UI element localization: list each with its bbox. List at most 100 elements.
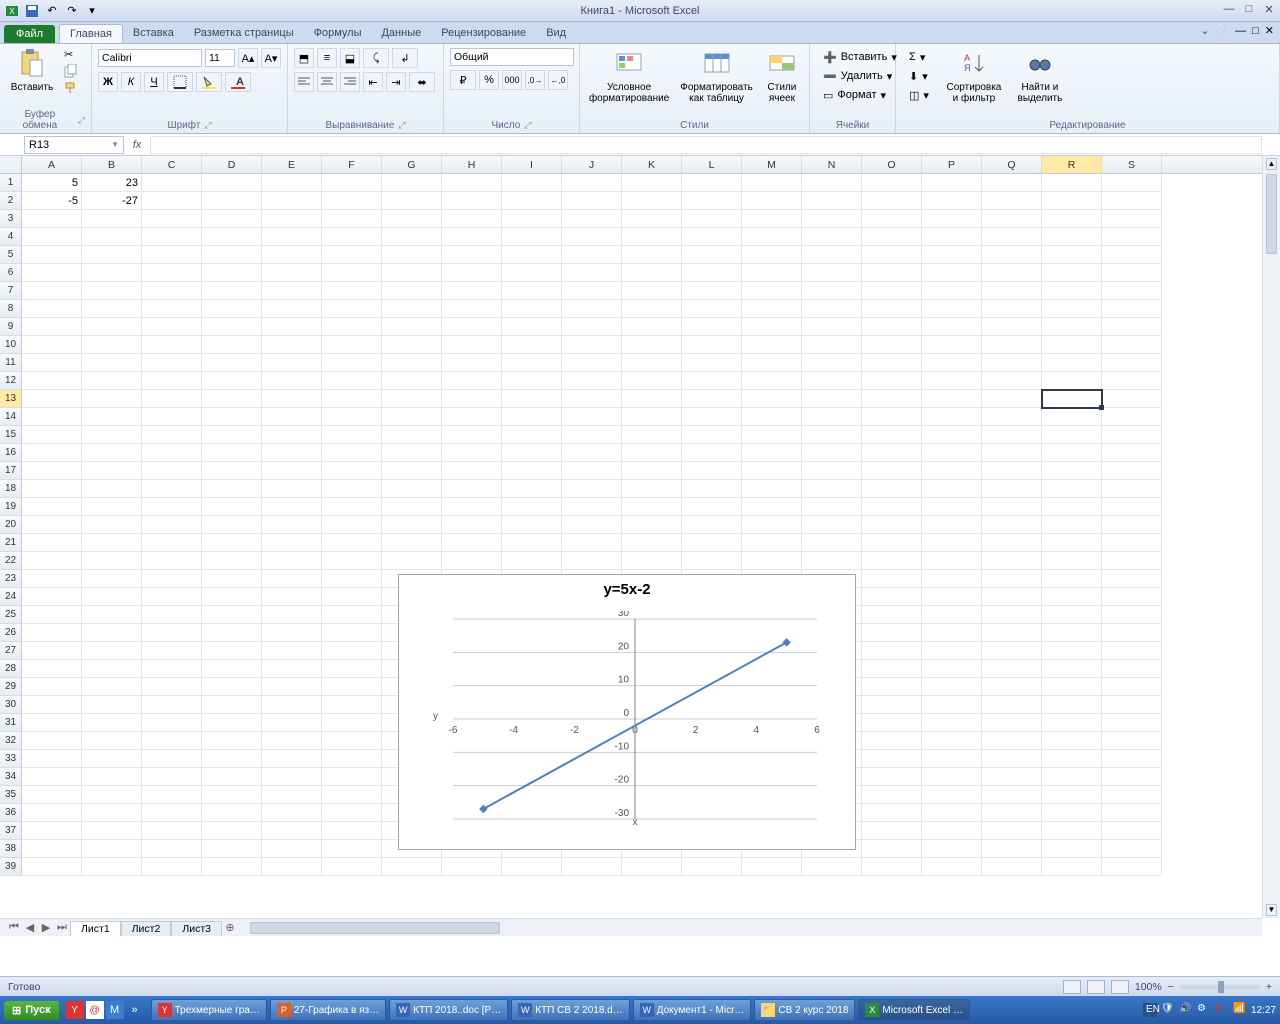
cell[interactable] bbox=[262, 516, 322, 534]
cell[interactable] bbox=[262, 228, 322, 246]
cell[interactable] bbox=[862, 768, 922, 786]
zoom-slider[interactable] bbox=[1180, 985, 1260, 989]
tab-Главная[interactable]: Главная bbox=[59, 24, 123, 43]
cell[interactable] bbox=[442, 336, 502, 354]
cell[interactable] bbox=[862, 552, 922, 570]
normal-view-icon[interactable] bbox=[1063, 980, 1081, 994]
cell[interactable] bbox=[682, 318, 742, 336]
cell[interactable] bbox=[502, 300, 562, 318]
paste-button[interactable]: Вставить bbox=[6, 48, 58, 93]
cell[interactable] bbox=[322, 750, 382, 768]
cell[interactable] bbox=[262, 642, 322, 660]
cell[interactable] bbox=[382, 210, 442, 228]
cell[interactable] bbox=[262, 318, 322, 336]
cell[interactable] bbox=[502, 552, 562, 570]
cell[interactable] bbox=[142, 264, 202, 282]
cell[interactable] bbox=[82, 768, 142, 786]
column-header[interactable]: P bbox=[922, 156, 982, 173]
cell[interactable] bbox=[202, 840, 262, 858]
sheet-tab[interactable]: Лист1 bbox=[70, 921, 121, 936]
cell[interactable] bbox=[682, 192, 742, 210]
cell[interactable] bbox=[262, 390, 322, 408]
cell[interactable] bbox=[202, 858, 262, 876]
cell[interactable] bbox=[982, 678, 1042, 696]
column-header[interactable]: G bbox=[382, 156, 442, 173]
cell[interactable] bbox=[142, 804, 202, 822]
sheet-nav-last-icon[interactable]: ⏭ bbox=[54, 921, 70, 934]
cell[interactable] bbox=[862, 318, 922, 336]
cell[interactable] bbox=[562, 552, 622, 570]
cell[interactable] bbox=[1102, 480, 1162, 498]
cell[interactable] bbox=[622, 174, 682, 192]
cell[interactable] bbox=[1102, 804, 1162, 822]
cell[interactable] bbox=[622, 318, 682, 336]
cell[interactable] bbox=[502, 174, 562, 192]
cell[interactable] bbox=[742, 192, 802, 210]
cell[interactable] bbox=[322, 318, 382, 336]
cell[interactable] bbox=[502, 192, 562, 210]
cell[interactable] bbox=[382, 372, 442, 390]
cell[interactable] bbox=[982, 354, 1042, 372]
cell[interactable] bbox=[22, 426, 82, 444]
cell[interactable] bbox=[502, 282, 562, 300]
cell[interactable] bbox=[562, 264, 622, 282]
cell[interactable] bbox=[202, 372, 262, 390]
cell[interactable] bbox=[742, 300, 802, 318]
cell[interactable] bbox=[1102, 516, 1162, 534]
cell[interactable] bbox=[322, 192, 382, 210]
row-header[interactable]: 33 bbox=[0, 750, 22, 768]
cell[interactable] bbox=[562, 192, 622, 210]
cell[interactable] bbox=[442, 318, 502, 336]
cell[interactable] bbox=[442, 174, 502, 192]
cell[interactable] bbox=[82, 354, 142, 372]
cell[interactable] bbox=[682, 174, 742, 192]
cell[interactable] bbox=[202, 606, 262, 624]
cell[interactable] bbox=[862, 624, 922, 642]
cell[interactable] bbox=[982, 606, 1042, 624]
cell[interactable] bbox=[862, 444, 922, 462]
cell[interactable] bbox=[502, 372, 562, 390]
cell[interactable] bbox=[742, 858, 802, 876]
cell[interactable] bbox=[862, 174, 922, 192]
cell[interactable] bbox=[202, 714, 262, 732]
cell[interactable] bbox=[82, 426, 142, 444]
tab-file[interactable]: Файл bbox=[4, 25, 55, 43]
row-header[interactable]: 32 bbox=[0, 732, 22, 750]
cell[interactable] bbox=[22, 534, 82, 552]
cell[interactable] bbox=[982, 858, 1042, 876]
cell[interactable] bbox=[442, 534, 502, 552]
cell[interactable] bbox=[802, 426, 862, 444]
sheet-tab[interactable]: Лист2 bbox=[121, 921, 172, 936]
cell[interactable] bbox=[802, 516, 862, 534]
cell[interactable] bbox=[982, 588, 1042, 606]
cell[interactable] bbox=[802, 552, 862, 570]
cell[interactable] bbox=[742, 246, 802, 264]
cell[interactable] bbox=[802, 858, 862, 876]
cell[interactable] bbox=[862, 264, 922, 282]
cell[interactable] bbox=[322, 408, 382, 426]
cell[interactable] bbox=[22, 318, 82, 336]
cell[interactable] bbox=[1042, 516, 1102, 534]
cell[interactable] bbox=[922, 660, 982, 678]
cell[interactable] bbox=[862, 786, 922, 804]
row-header[interactable]: 15 bbox=[0, 426, 22, 444]
orientation-icon[interactable]: ⤹ bbox=[363, 48, 389, 68]
conditional-format-button[interactable]: Условное форматирование bbox=[586, 48, 672, 104]
cell[interactable] bbox=[982, 498, 1042, 516]
cell[interactable] bbox=[142, 480, 202, 498]
cell[interactable] bbox=[502, 858, 562, 876]
cell[interactable] bbox=[502, 498, 562, 516]
autosum-button[interactable]: Σ▾ bbox=[902, 48, 936, 66]
undo-icon[interactable]: ↶ bbox=[44, 3, 60, 19]
cell[interactable] bbox=[622, 408, 682, 426]
cell[interactable] bbox=[82, 480, 142, 498]
page-break-view-icon[interactable] bbox=[1111, 980, 1129, 994]
column-header[interactable]: H bbox=[442, 156, 502, 173]
cell[interactable] bbox=[442, 264, 502, 282]
cell[interactable] bbox=[82, 678, 142, 696]
cell[interactable] bbox=[802, 300, 862, 318]
cell[interactable] bbox=[202, 804, 262, 822]
cell[interactable] bbox=[682, 444, 742, 462]
column-header[interactable]: C bbox=[142, 156, 202, 173]
cell[interactable] bbox=[922, 300, 982, 318]
